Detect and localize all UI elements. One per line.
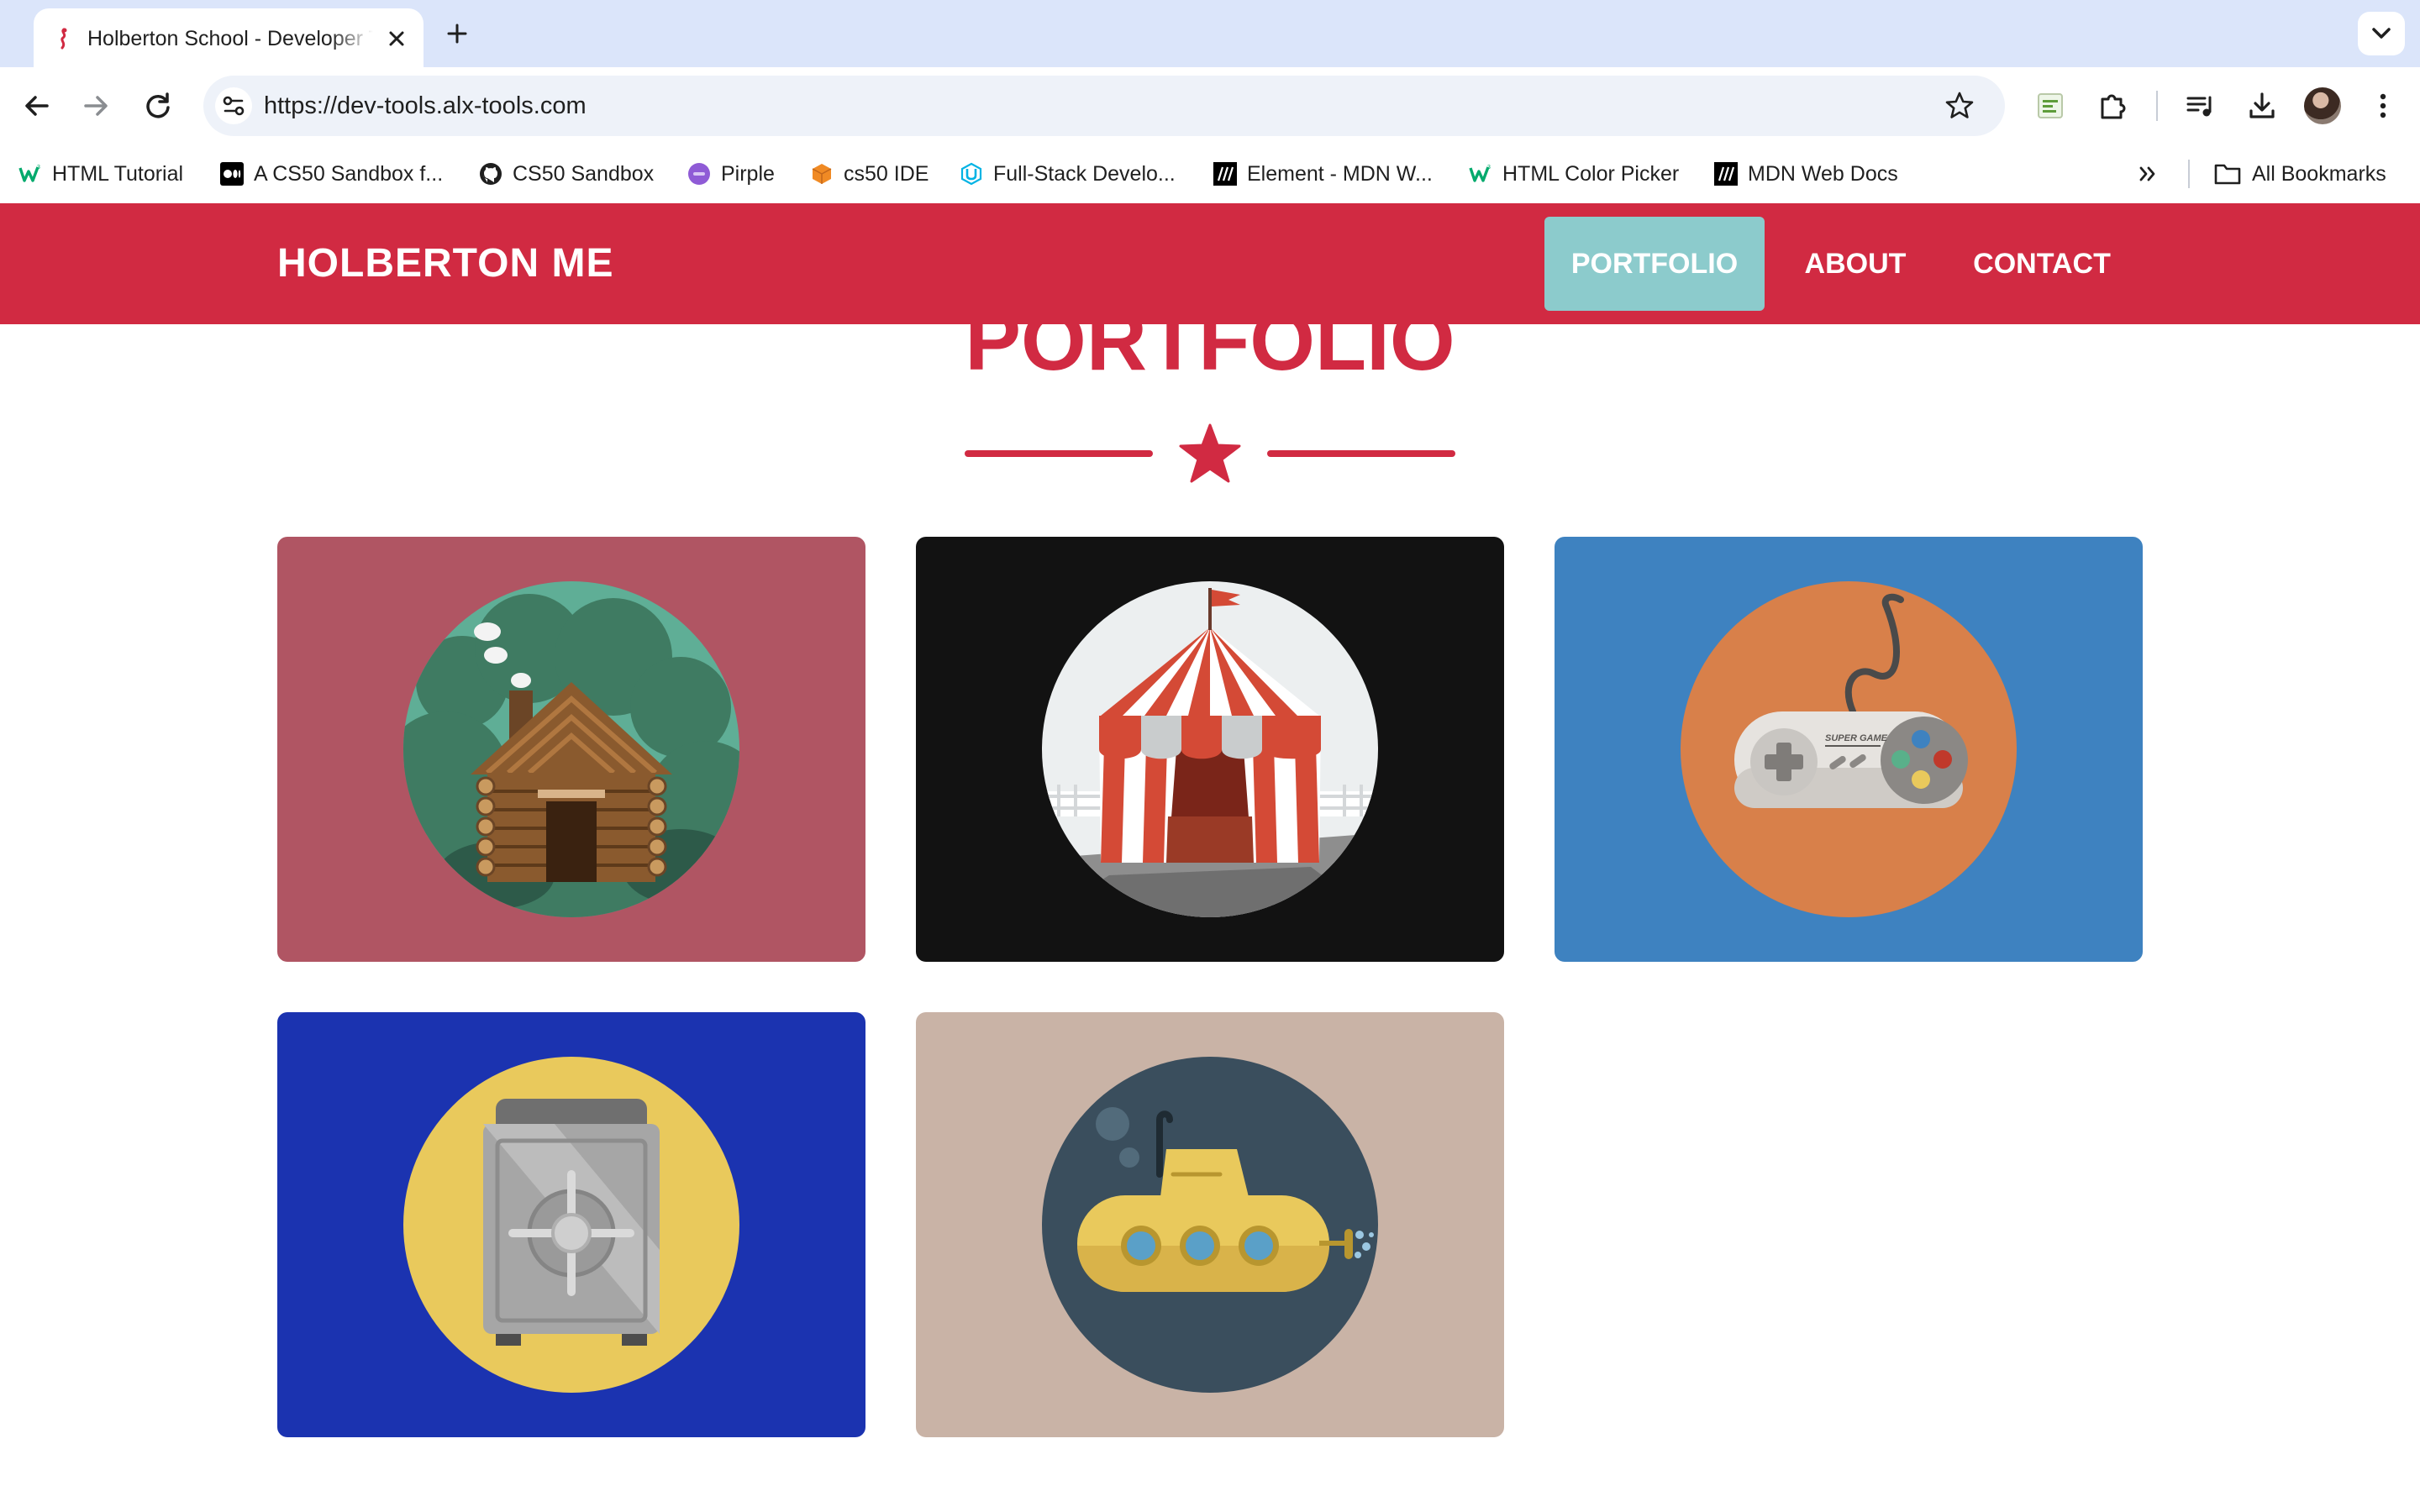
cabin-icon <box>403 581 739 917</box>
udacity-icon <box>960 162 982 186</box>
nav-contact-link[interactable]: CONTACT <box>1958 217 2126 311</box>
divider-line-right <box>1267 450 1455 457</box>
browser-tab-strip: Holberton School - Developer Tools <box>0 0 2420 67</box>
portfolio-card-circus-tent[interactable] <box>916 537 1504 962</box>
tab-search-button[interactable] <box>2358 12 2405 55</box>
site-info-button[interactable] <box>215 87 252 124</box>
game-controller-icon: SUPER GAME <box>1681 581 2017 917</box>
portfolio-card-submarine[interactable] <box>916 1012 1504 1437</box>
site-brand[interactable]: HOLBERTON ME <box>277 203 613 324</box>
nav-about-link[interactable]: ABOUT <box>1788 217 1923 311</box>
star-icon <box>1179 423 1241 483</box>
tab-title: Holberton School - Developer Tools <box>87 27 373 50</box>
address-bar[interactable]: https://dev-tools.alx-tools.com <box>203 76 2005 136</box>
bookmark-cs50-sandbox-github[interactable]: CS50 Sandbox <box>479 156 654 192</box>
bookmark-full-stack-developer[interactable]: Full-Stack Develo... <box>960 156 1176 192</box>
tune-icon <box>223 96 245 116</box>
portfolio-card-safe[interactable] <box>277 1012 865 1437</box>
bookmark-element-mdn[interactable]: Element - MDN W... <box>1213 156 1433 192</box>
url-text[interactable]: https://dev-tools.alx-tools.com <box>264 91 587 121</box>
mdn-icon <box>1213 162 1237 186</box>
cube-icon <box>812 164 832 184</box>
folder-icon <box>2214 164 2241 185</box>
browser-tab[interactable]: Holberton School - Developer Tools <box>34 8 424 67</box>
divider-line-left <box>965 450 1153 457</box>
chevron-down-icon <box>2372 28 2391 39</box>
more-menu-icon[interactable] <box>2363 86 2403 126</box>
pirple-icon <box>688 163 710 185</box>
bookmark-star-icon[interactable] <box>1943 89 1976 123</box>
double-chevron-right-icon[interactable] <box>2133 158 2165 190</box>
bookmark-cs50-ide[interactable]: cs50 IDE <box>810 156 929 192</box>
svg-text:3: 3 <box>37 165 40 171</box>
github-icon <box>480 163 502 185</box>
w3schools-icon: 3 <box>1469 165 1491 182</box>
bookmark-pirple[interactable]: Pirple <box>687 156 775 192</box>
close-tab-icon[interactable] <box>381 24 412 54</box>
holberton-favicon-icon <box>60 28 67 50</box>
all-bookmarks-button[interactable]: All Bookmarks <box>2213 156 2386 192</box>
medium-icon <box>220 162 244 186</box>
bookmarks-separator <box>2188 160 2190 188</box>
bookmark-cs50-sandbox-medium[interactable]: A CS50 Sandbox f... <box>220 156 443 192</box>
back-arrow-icon[interactable] <box>17 86 57 126</box>
extension-sheet-icon[interactable] <box>2030 86 2070 126</box>
extensions-puzzle-icon[interactable] <box>2092 86 2133 126</box>
forward-arrow-icon[interactable] <box>76 86 116 126</box>
portfolio-card-game-controller[interactable]: SUPER GAME <box>1555 537 2143 962</box>
download-icon[interactable] <box>2242 86 2282 126</box>
nav-portfolio-link[interactable]: PORTFOLIO <box>1544 217 1765 311</box>
browser-toolbar: https://dev-tools.alx-tools.com <box>0 67 2420 144</box>
toolbar-separator <box>2156 91 2158 121</box>
submarine-icon <box>1042 1057 1378 1393</box>
w3schools-icon: 3 <box>18 165 40 182</box>
safe-icon <box>403 1057 739 1393</box>
media-controls-icon[interactable] <box>2180 86 2220 126</box>
new-tab-icon[interactable] <box>440 17 474 50</box>
mdn-icon <box>1714 162 1738 186</box>
svg-text:SUPER GAME: SUPER GAME <box>1825 733 1888 743</box>
bookmarks-bar: 3 HTML Tutorial A CS50 Sandbox f... CS50… <box>0 144 2420 203</box>
profile-avatar[interactable] <box>2304 87 2341 124</box>
site-header: HOLBERTON ME PORTFOLIO ABOUT CONTACT <box>0 203 2420 324</box>
bookmark-mdn-web-docs[interactable]: MDN Web Docs <box>1714 156 1898 192</box>
page-viewport: HOLBERTON ME PORTFOLIO ABOUT CONTACT POR… <box>0 203 2420 1512</box>
bookmark-html-tutorial[interactable]: 3 HTML Tutorial <box>18 156 183 192</box>
circus-tent-icon <box>1042 581 1378 917</box>
bookmark-html-color-picker[interactable]: 3 HTML Color Picker <box>1469 156 1679 192</box>
reload-icon[interactable] <box>138 86 178 126</box>
svg-text:3: 3 <box>1487 165 1491 171</box>
portfolio-card-cabin[interactable] <box>277 537 865 962</box>
